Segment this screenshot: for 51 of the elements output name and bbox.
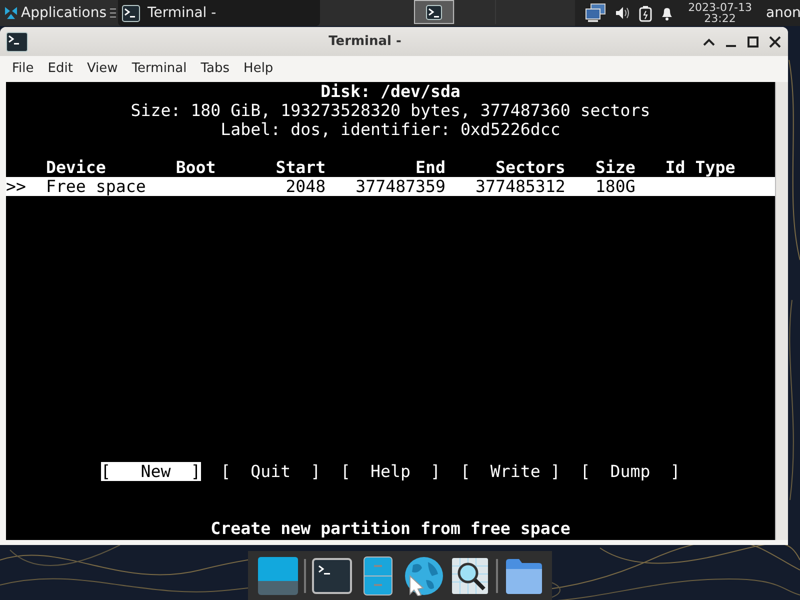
column-header: End [414, 158, 446, 177]
menu-icon[interactable] [110, 8, 116, 18]
terminal-icon [6, 32, 28, 52]
window-title: Terminal - [328, 34, 402, 49]
clock[interactable]: 2023-07-13 23:22 [688, 2, 752, 24]
taskbar-button[interactable]: Terminal - [118, 0, 320, 26]
search-icon[interactable] [450, 556, 490, 596]
applications-menu[interactable]: Applications [21, 5, 107, 21]
battery-icon[interactable] [639, 4, 652, 22]
terminal-icon[interactable] [312, 556, 352, 596]
globe-icon[interactable] [404, 556, 444, 596]
bell-icon[interactable] [660, 6, 674, 20]
menu-button[interactable]: [ New ] [100, 462, 201, 481]
menu-item[interactable]: Tabs [194, 60, 237, 76]
menu-item[interactable]: Edit [40, 60, 80, 76]
desktop-icon[interactable] [258, 556, 298, 596]
workspace-button[interactable] [414, 0, 454, 24]
menu-item[interactable]: Help [236, 60, 280, 76]
disk-heading: Disk: /dev/sda [320, 82, 462, 101]
scrollbar[interactable] [775, 82, 788, 540]
column-header: Id Type [665, 158, 736, 177]
table-row[interactable]: >> Free space 2048 377487359 377485312 180G [6, 177, 776, 196]
disk-size: Size: 180 GiB, 193273528320 bytes, 377487360 sectors [130, 101, 652, 120]
table-cell-text: 377485312 [474, 177, 566, 196]
terminal-icon [426, 4, 442, 20]
menu-button[interactable]: [ Write ] [460, 462, 560, 481]
column-header: Device [46, 158, 107, 177]
column-header: Boot [176, 158, 217, 177]
menu-button[interactable]: [ Help ] [340, 462, 440, 481]
menu-item[interactable]: Terminal [124, 60, 194, 76]
terminal-icon [122, 4, 140, 22]
menu-button[interactable]: [ Quit ] [220, 462, 321, 481]
network-icon[interactable] [585, 3, 608, 23]
status-message: Create new partition from free space [210, 519, 572, 538]
column-header: Size [595, 158, 636, 177]
menu-item[interactable]: File [5, 60, 41, 76]
column-header: Sectors [494, 158, 566, 177]
row-marker: >> [6, 177, 27, 196]
column-header: Start [274, 158, 326, 177]
logo-icon[interactable] [4, 6, 18, 20]
user-name[interactable]: anon [766, 5, 800, 21]
menu-button[interactable]: [ Dump ] [580, 462, 680, 481]
disk-label: Label: dos, identifier: 0xd5226dcc [220, 120, 562, 139]
menu-item[interactable]: View [80, 60, 125, 76]
table-cell: 180G [595, 177, 636, 196]
maximize-icon[interactable] [746, 34, 760, 48]
table-cell-text: Free space [46, 177, 147, 196]
close-icon[interactable] [768, 34, 782, 48]
volume-icon[interactable] [615, 6, 632, 20]
table-cell-text: 377487359 [354, 177, 446, 196]
table-cell-text: 2048 [284, 177, 326, 196]
